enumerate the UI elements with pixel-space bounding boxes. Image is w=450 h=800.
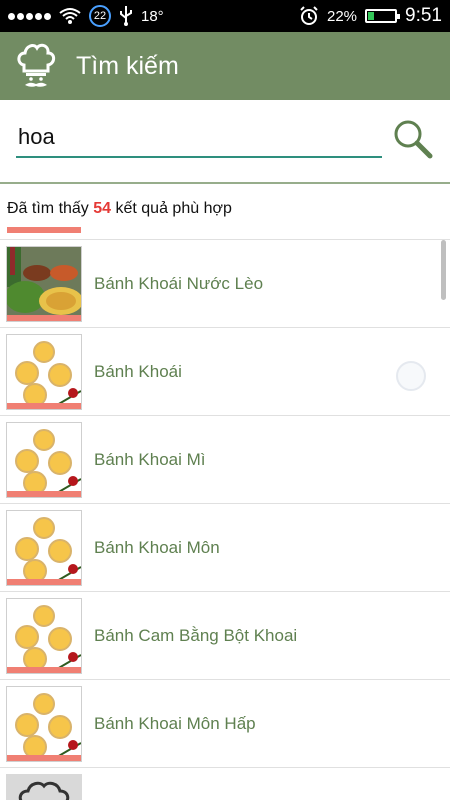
list-item-label: Bánh Cam Bằng Bột Khoai: [94, 626, 298, 645]
list-item-label: Bánh Khoai Môn: [94, 538, 220, 557]
usb-icon: [120, 6, 132, 26]
list-item[interactable]: Bánh Khoái: [0, 328, 450, 416]
list-item-label: Bánh Khoái Nước Lèo: [94, 274, 264, 293]
result-count-number: 54: [93, 200, 112, 217]
battery-percent: 22%: [326, 7, 358, 25]
list-item-label: Bánh Khoai Mì: [94, 450, 206, 469]
scrollbar[interactable]: [441, 240, 446, 300]
placeholder-thumbnail: [6, 686, 82, 762]
status-bar: 22 18° 22% 9:51: [0, 0, 450, 32]
placeholder-thumbnail: [6, 334, 82, 410]
page-title: Tìm kiếm: [76, 51, 179, 80]
placeholder-thumbnail: [6, 598, 82, 674]
alarm-clock-icon: [300, 6, 318, 25]
result-count-text: Đã tìm thấy 54 kết quả phù hợp: [7, 200, 232, 218]
list-item[interactable]: Bánh Khoái Nước Lèo: [0, 240, 450, 328]
notification-badge: 22: [89, 5, 111, 27]
count-underline: [7, 227, 81, 233]
result-list[interactable]: Bánh Khoái Nước Lèo Bánh Khoái Bánh Khoa…: [0, 240, 450, 800]
result-count-suffix: kết quả phù hợp: [111, 200, 232, 217]
list-item-label: Bánh Khoai Môn Hấp: [94, 714, 256, 733]
clock-time: 9:51: [405, 5, 442, 26]
result-count-prefix: Đã tìm thấy: [7, 200, 94, 217]
temperature: 18°: [141, 7, 164, 25]
chef-hat-icon[interactable]: [16, 43, 56, 89]
signal-dots-icon: [8, 12, 51, 20]
list-item[interactable]: Bánh Khoai Môn: [0, 504, 450, 592]
app-bar: Tìm kiếm: [0, 32, 450, 100]
chef-hat-thumbnail: [6, 774, 82, 800]
list-item[interactable]: Bánh Cam Bằng Bột Khoai: [0, 592, 450, 680]
food-photo-thumbnail: [6, 246, 82, 322]
wifi-icon: [59, 8, 81, 24]
list-item-label: Bánh Khoái: [94, 362, 182, 381]
placeholder-thumbnail: [6, 510, 82, 586]
search-icon[interactable]: [392, 118, 434, 160]
placeholder-thumbnail: [6, 422, 82, 498]
touch-indicator: [396, 361, 426, 391]
list-item[interactable]: Bánh Khoai Môn Hấp: [0, 680, 450, 768]
search-bar: [0, 100, 450, 184]
battery-icon: [365, 9, 401, 23]
list-item[interactable]: Bánh Khoai Mì: [0, 416, 450, 504]
search-input[interactable]: [16, 118, 382, 158]
list-item-partial[interactable]: [0, 768, 450, 800]
